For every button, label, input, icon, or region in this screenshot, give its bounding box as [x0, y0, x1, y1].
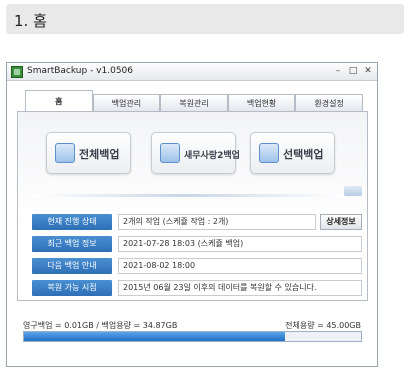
checkmark-icon [259, 143, 279, 163]
restore-row: 복원 가능 시점 2015년 06월 23일 이후의 데이터를 복원할 수 있습… [32, 280, 362, 296]
new-backup-button[interactable]: 새무사랑2백업 [151, 132, 240, 174]
minimize-icon[interactable]: – [333, 66, 343, 76]
tab-home[interactable]: 홈 [25, 90, 93, 112]
tab-backup-manage[interactable]: 백업관리 [92, 94, 161, 112]
detail-button[interactable]: 상세정보 [320, 214, 362, 230]
select-backup-button[interactable]: 선택백업 [250, 132, 335, 174]
next-value: 2021-08-02 18:00 [118, 258, 362, 274]
maximize-icon[interactable]: □ [348, 66, 358, 76]
app-icon [11, 66, 23, 78]
usage-progress-bar [23, 331, 362, 342]
new-backup-icon [160, 143, 180, 163]
window-controls: – □ ✕ [333, 66, 373, 76]
usage-progress-fill [24, 332, 286, 341]
select-backup-label: 선택백업 [283, 148, 324, 161]
status-row: 현재 진행 상태 2개의 작업 (스케쥴 작업 : 2개) 상세정보 [32, 214, 362, 230]
divider-tab [344, 186, 362, 196]
close-icon[interactable]: ✕ [363, 66, 373, 76]
tab-bar: 홈 백업관리 복원관리 백업현황 환경설정 [25, 90, 363, 112]
full-backup-label: 전체백업 [79, 148, 120, 161]
home-panel: 전체백업 새무사랑2백업 선택백업 현재 진행 상태 2개의 작업 (스케쥴 작… [17, 111, 368, 301]
page-header: 1. 홈 [6, 4, 404, 34]
new-backup-label: 새무사랑2백업 [184, 151, 240, 161]
app-window: SmartBackup - v1.0506 – □ ✕ 홈 백업관리 복원관리 … [6, 62, 378, 367]
restore-label: 복원 가능 시점 [32, 280, 112, 296]
recent-row: 최근 백업 정보 2021-07-28 18:03 (스케쥴 백업) [32, 236, 362, 252]
restore-value: 2015년 06월 23일 이후의 데이터를 복원할 수 있습니다. [118, 280, 362, 296]
next-row: 다음 백업 안내 2021-08-02 18:00 [32, 258, 362, 274]
page-heading: 1. 홈 [14, 12, 47, 30]
full-backup-icon [55, 143, 75, 163]
total-capacity-text: 전체용량 = 45.00GB [285, 321, 361, 330]
next-label: 다음 백업 안내 [32, 258, 112, 274]
title-bar: SmartBackup - v1.0506 – □ ✕ [7, 63, 377, 81]
tab-settings[interactable]: 환경설정 [295, 94, 363, 112]
recent-value: 2021-07-28 18:03 (스케쥴 백업) [118, 236, 362, 252]
status-value: 2개의 작업 (스케쥴 작업 : 2개) [118, 214, 316, 230]
status-label: 현재 진행 상태 [32, 214, 112, 230]
divider [32, 194, 342, 197]
window-title: SmartBackup - v1.0506 [27, 66, 134, 76]
recent-label: 최근 백업 정보 [32, 236, 112, 252]
tab-restore-manage[interactable]: 복원관리 [160, 94, 228, 112]
usage-text: 영구백업 = 0.01GB / 백업용량 = 34.87GB [23, 321, 178, 330]
full-backup-button[interactable]: 전체백업 [46, 132, 131, 174]
tab-backup-status[interactable]: 백업현황 [227, 94, 296, 112]
